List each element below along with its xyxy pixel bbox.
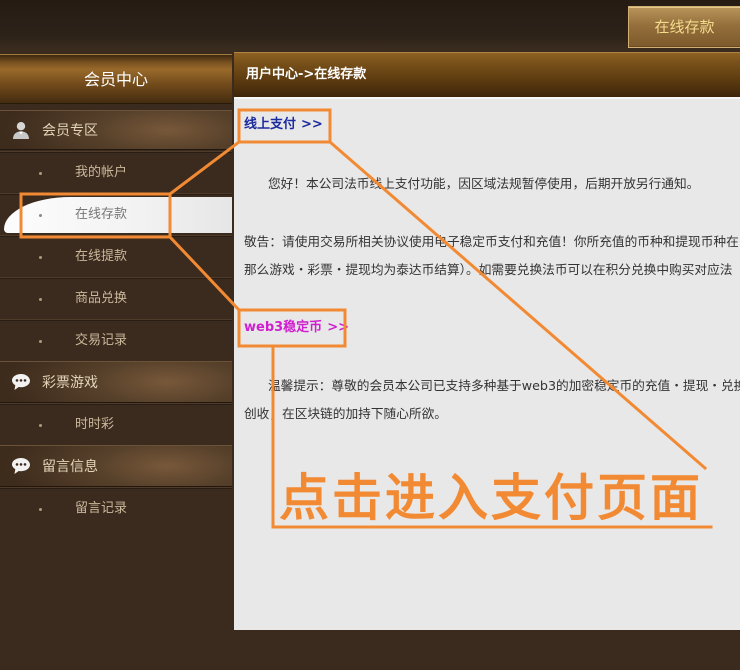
deposit-warning-line: 敬告：请使用交易所相关协议使用电子稳定币支付和充值！你所充值的币种和提现币种在 xyxy=(244,234,739,249)
chat-bubble-icon xyxy=(12,374,30,390)
bullet-dot xyxy=(39,508,42,511)
chat-bubble-icon xyxy=(12,458,30,474)
sidebar-item-online-withdrawal[interactable]: 在线提款 xyxy=(0,235,232,277)
web3-tip-line: 温馨提示：尊敬的会员本公司已支持多种基于web3的加密稳定币的充值・提现・兑换 xyxy=(268,378,740,393)
bullet-dot xyxy=(39,172,42,175)
online-deposit-button[interactable]: 在线存款 xyxy=(628,6,740,48)
sidebar-item-label: 商品兑换 xyxy=(75,291,128,306)
web3-stablecoin-link-label: web3稳定币 xyxy=(244,320,323,335)
sidebar-item-online-deposit[interactable]: 在线存款 xyxy=(0,193,232,235)
sidebar-item-label: 在线提款 xyxy=(75,249,128,264)
sidebar-item-shishicai[interactable]: 时时彩 xyxy=(0,403,232,445)
sidebar-item-label: 留言记录 xyxy=(75,501,128,516)
bullet-dot xyxy=(39,298,42,301)
sidebar-item-product-exchange[interactable]: 商品兑换 xyxy=(0,277,232,319)
double-chevron-right-icon: >> xyxy=(301,117,323,132)
sidebar-item-label: 我的帐户 xyxy=(75,165,128,180)
sidebar-item-message-records[interactable]: 留言记录 xyxy=(0,487,232,529)
sidebar-item-label: 在线存款 xyxy=(75,207,128,222)
sidebar-item-label: 时时彩 xyxy=(75,417,115,432)
content-header: 用户中心->在线存款 xyxy=(234,52,740,97)
sidebar-section-messages[interactable]: 留言信息 xyxy=(0,445,232,487)
double-chevron-right-icon: >> xyxy=(327,320,349,335)
sidebar-item-my-account[interactable]: 我的帐户 xyxy=(0,151,232,193)
content-area: 线上支付 >> 您好！本公司法币线上支付功能，因区域法规暂停使用，后期开放另行通知… xyxy=(234,97,740,630)
bullet-dot xyxy=(39,214,42,217)
web3-tip-line: 创收，在区块链的加持下随心所欲。 xyxy=(244,406,447,421)
online-payment-link[interactable]: 线上支付 >> xyxy=(244,115,444,135)
online-payment-notice: 您好！本公司法币线上支付功能，因区域法规暂停使用，后期开放另行通知。 xyxy=(268,176,700,191)
sidebar-item-transaction-records[interactable]: 交易记录 xyxy=(0,319,232,361)
sidebar-item-label: 交易记录 xyxy=(75,333,128,348)
sidebar-title: 会员中心 xyxy=(0,54,232,104)
user-icon xyxy=(13,122,29,139)
bullet-dot xyxy=(39,424,42,427)
bullet-dot xyxy=(39,256,42,259)
sidebar-section-member-zone[interactable]: 会员专区 xyxy=(0,110,232,150)
sidebar-section-label: 彩票游戏 xyxy=(42,375,98,391)
sidebar-section-label: 会员专区 xyxy=(42,123,98,139)
breadcrumb: 用户中心->在线存款 xyxy=(246,67,367,82)
sidebar: 会员中心 会员专区 我的帐户 在线存款 在线提款 商品兑换 交易记录 彩票游戏 … xyxy=(0,50,232,670)
web3-stablecoin-link[interactable]: web3稳定币 >> xyxy=(244,318,444,338)
top-bar: 在线存款 xyxy=(0,0,740,50)
sidebar-section-label: 留言信息 xyxy=(42,459,98,475)
sidebar-section-lottery-games[interactable]: 彩票游戏 xyxy=(0,361,232,403)
page: 在线存款 会员中心 会员专区 我的帐户 在线存款 在线提款 商品兑换 交易记录 … xyxy=(0,0,740,670)
deposit-warning-line: 那么游戏・彩票・提现均为泰达币结算）。如需要兑换法币可以在积分兑换中购买对应法 xyxy=(244,262,733,277)
online-payment-link-label: 线上支付 xyxy=(244,117,297,132)
bullet-dot xyxy=(39,340,42,343)
